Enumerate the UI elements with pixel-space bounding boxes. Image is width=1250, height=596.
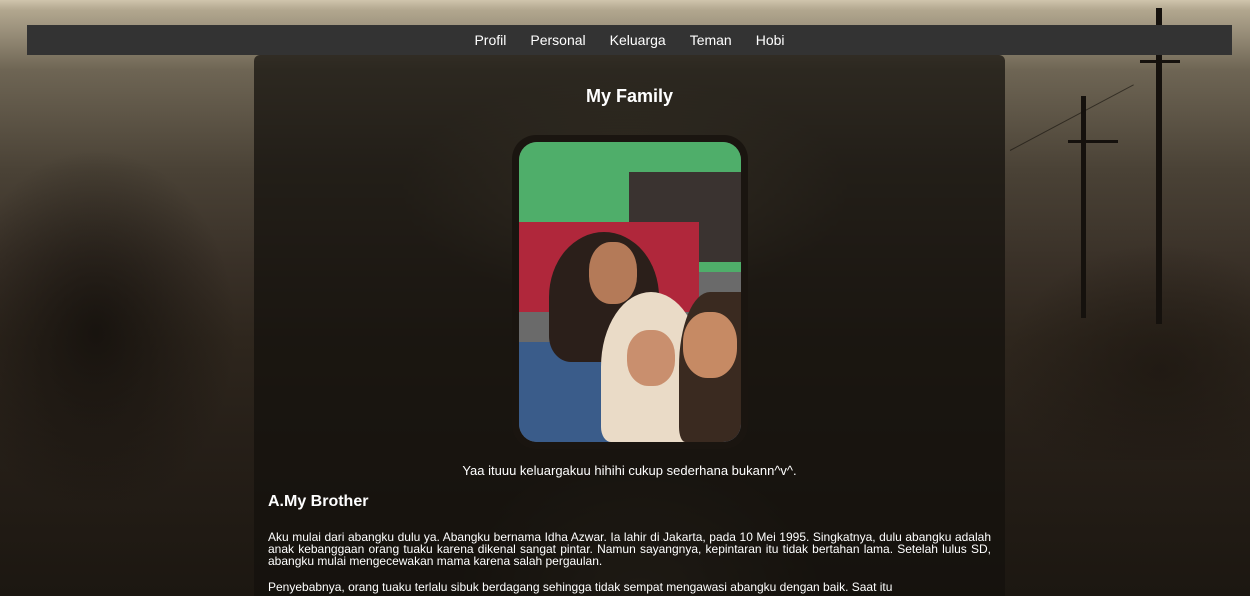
section-heading-my-brother: A.My Brother [268, 493, 369, 510]
nav-link-keluarga[interactable]: Keluarga [598, 25, 678, 55]
page-title: My Family [585, 86, 674, 106]
pole-crossbar [1140, 60, 1180, 63]
nav-link-profil[interactable]: Profil [462, 25, 518, 55]
family-photo [518, 142, 741, 442]
nav-link-teman[interactable]: Teman [678, 25, 744, 55]
family-photo-frame [511, 135, 748, 449]
pole-crossbar [1068, 140, 1118, 143]
content-panel: My Family Yaa ituuu keluargakuu hihihi c… [254, 55, 1005, 596]
utility-pole [1081, 96, 1086, 318]
photo-caption: Yaa ituuu keluargakuu hihihi cukup seder… [462, 463, 797, 478]
top-navbar: Profil Personal Keluarga Teman Hobi [27, 25, 1232, 55]
paragraph: Penyebabnya, orang tuaku terlalu sibuk b… [268, 580, 893, 594]
paragraph: Aku mulai dari abangku dulu ya. Abangku … [268, 530, 991, 568]
nav-link-personal[interactable]: Personal [518, 25, 597, 55]
nav-link-hobi[interactable]: Hobi [744, 25, 797, 55]
utility-pole [1156, 8, 1162, 324]
